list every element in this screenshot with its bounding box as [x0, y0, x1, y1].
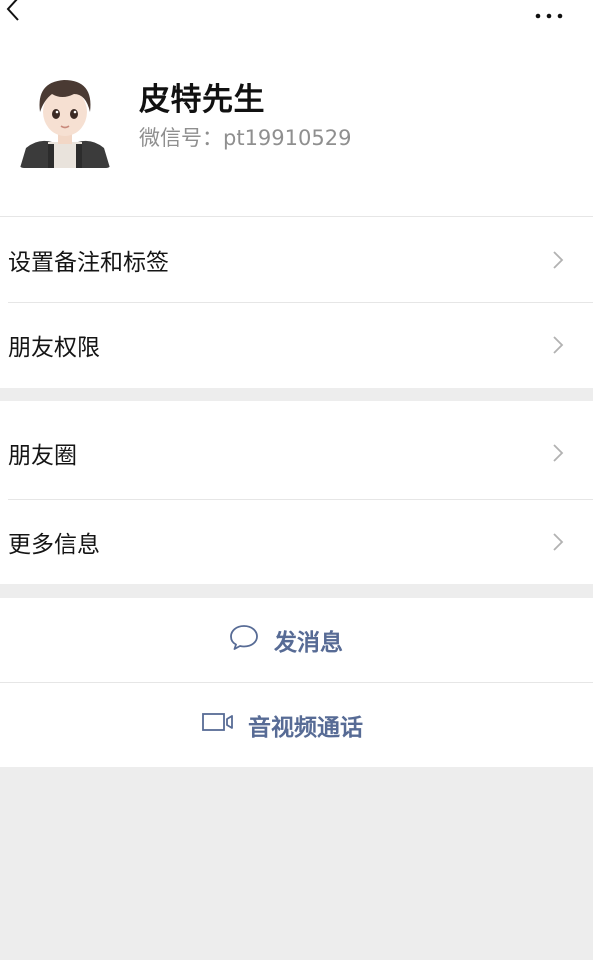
chat-bubble-icon — [228, 623, 260, 657]
send-message-content: 发消息 — [228, 623, 343, 657]
send-message-label: 发消息 — [274, 630, 343, 656]
row-more-info[interactable]: 更多信息 — [0, 499, 593, 584]
video-call-content: 音视频通话 — [202, 708, 363, 742]
send-message-button[interactable]: 发消息 — [0, 598, 593, 682]
top-bar — [0, 0, 593, 40]
chevron-right-icon — [552, 335, 564, 355]
settings-group-2: 朋友圈 更多信息 — [0, 401, 593, 584]
profile-header: 皮特先生 微信号：pt19910529 — [0, 40, 593, 216]
settings-group-1: 设置备注和标签 朋友权限 — [0, 216, 593, 388]
row-friend-permissions[interactable]: 朋友权限 — [0, 302, 593, 388]
row-moments[interactable]: 朋友圈 — [0, 407, 593, 499]
profile-name: 皮特先生 — [139, 82, 265, 118]
row-remark-tags[interactable]: 设置备注和标签 — [0, 217, 593, 303]
chevron-right-icon — [552, 532, 564, 552]
video-camera-icon — [202, 711, 234, 739]
video-call-label: 音视频通话 — [248, 715, 363, 741]
row-label: 更多信息 — [8, 531, 100, 558]
wechat-id: 微信号：pt19910529 — [139, 126, 352, 150]
avatar[interactable] — [18, 72, 112, 168]
more-horizontal-icon[interactable] — [534, 6, 566, 19]
action-group: 发消息 音视频通话 — [0, 598, 593, 767]
chevron-left-icon[interactable] — [2, 0, 24, 22]
row-label: 朋友圈 — [8, 443, 77, 469]
chevron-right-icon — [552, 443, 564, 463]
chevron-right-icon — [552, 250, 564, 270]
video-call-button[interactable]: 音视频通话 — [0, 683, 593, 767]
row-label: 设置备注和标签 — [8, 250, 169, 276]
row-label: 朋友权限 — [8, 335, 100, 361]
